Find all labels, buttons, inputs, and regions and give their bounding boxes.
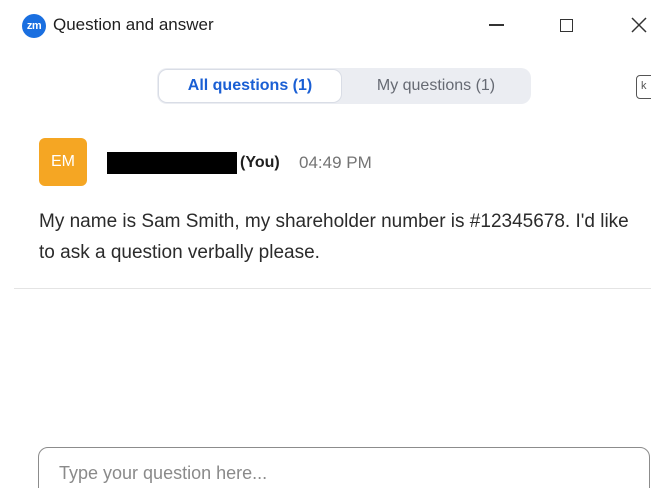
you-label: (You)	[240, 154, 280, 171]
avatar: EM	[39, 138, 87, 186]
close-icon	[631, 17, 647, 33]
window-title: Question and answer	[53, 15, 214, 34]
zoom-logo-icon: zm	[22, 14, 46, 38]
sort-button[interactable]: k	[636, 75, 651, 99]
qa-window: zm Question and answer All questions (1)…	[0, 0, 651, 488]
question-input-box[interactable]	[38, 447, 650, 488]
question-time: 04:49 PM	[299, 153, 372, 172]
question-text: My name is Sam Smith, my shareholder num…	[39, 211, 629, 263]
tab-my-questions[interactable]: My questions (1)	[343, 70, 529, 102]
question-item: EM (You) 04:49 PM My name is Sam Smith, …	[0, 130, 651, 288]
title-bar: zm Question and answer	[0, 0, 651, 50]
minimize-icon	[488, 24, 504, 26]
question-filter-tabs: All questions (1) My questions (1)	[157, 68, 531, 104]
maximize-icon	[559, 18, 573, 32]
minimize-button[interactable]	[478, 10, 514, 40]
redacted-name	[107, 152, 237, 174]
tab-all-questions[interactable]: All questions (1)	[159, 70, 341, 102]
close-button[interactable]	[621, 10, 651, 40]
question-input[interactable]	[59, 460, 619, 486]
divider	[14, 288, 651, 289]
maximize-button[interactable]	[548, 10, 584, 40]
